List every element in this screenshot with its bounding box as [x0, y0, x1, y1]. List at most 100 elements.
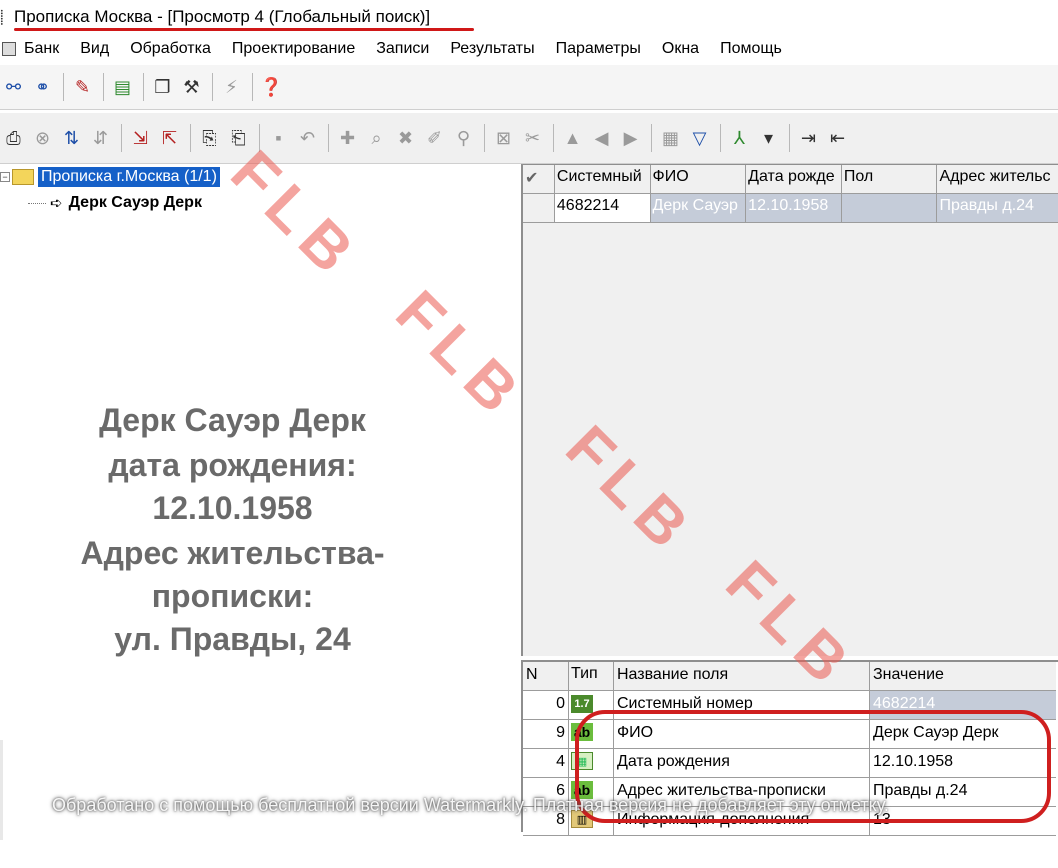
menu-design[interactable]: Проектирование: [232, 40, 355, 58]
table-cell[interactable]: Правды д.24: [937, 194, 1058, 223]
link-icon[interactable]: ⚲: [450, 123, 477, 153]
checkmark-icon: ✔: [525, 170, 539, 187]
title-underline-mark: [14, 28, 474, 31]
toolbar-separator: [103, 73, 104, 101]
menu-windows[interactable]: Окна: [662, 40, 699, 58]
tree-root-item[interactable]: − Прописка г.Москва (1/1): [0, 167, 220, 187]
row-selector[interactable]: [523, 194, 555, 223]
toolbar-separator: [63, 73, 64, 101]
arrow-left-icon[interactable]: ◀: [588, 123, 615, 153]
copy-icon[interactable]: ❐: [149, 72, 176, 102]
chart-edit-icon[interactable]: ✎: [69, 72, 96, 102]
select-all-cell[interactable]: ✔: [523, 165, 555, 194]
arrow-right-icon: ➪: [50, 195, 63, 212]
tree-root-label[interactable]: Прописка г.Москва (1/1): [38, 167, 220, 187]
tree-connector: [28, 202, 46, 204]
table-cell[interactable]: 4682214: [554, 194, 651, 223]
column-header[interactable]: N: [523, 662, 569, 691]
toolbar-separator: [553, 124, 554, 152]
toolbar-separator: [484, 124, 485, 152]
table-cell[interactable]: Дерк Сауэр: [650, 194, 747, 223]
tools-icon[interactable]: ⚒: [178, 72, 205, 102]
field-number: 9: [523, 720, 569, 749]
menu-bar: Банк Вид Обработка Проектирование Записи…: [0, 36, 1058, 62]
folder-icon: [12, 169, 34, 185]
toolbar-separator: [789, 124, 790, 152]
search-record-icon[interactable]: ⌕: [363, 123, 390, 153]
table-row[interactable]: 4682214 Дерк Сауэр 12.10.1958 Правды д.2…: [523, 194, 1058, 223]
document-icon[interactable]: [2, 42, 16, 56]
title-bar: ⸽ Прописка Москва - [Просмотр 4 (Глобаль…: [0, 0, 1058, 36]
help-icon[interactable]: ❓: [258, 72, 285, 102]
chevron-down-icon[interactable]: ▾: [755, 123, 782, 153]
cancel-icon[interactable]: ⊗: [29, 123, 56, 153]
annotation-line: прописки:: [151, 578, 314, 614]
number-type-icon: 1.7: [571, 695, 593, 713]
undo-icon[interactable]: ↶: [294, 123, 321, 153]
sort-az-icon[interactable]: ⇅: [58, 123, 85, 153]
hierarchy-icon[interactable]: ⅄: [726, 123, 753, 153]
collapse-icon[interactable]: −: [0, 172, 10, 182]
left-edge-strip: [0, 740, 3, 840]
toolbar-main: ⚯ ⚭ ✎ ▤ ❐ ⚒ ⚡ ❓: [0, 64, 1058, 110]
new-record-icon[interactable]: ✚: [334, 123, 361, 153]
export-icon[interactable]: ⇱: [156, 123, 183, 153]
move-right-icon[interactable]: ⇥: [795, 123, 822, 153]
annotation-line: ул. Правды, 24: [114, 621, 351, 657]
menu-parameters[interactable]: Параметры: [556, 40, 641, 58]
column-header[interactable]: Адрес жительс: [937, 165, 1058, 194]
binoculars-doc-icon[interactable]: ⚭: [29, 72, 56, 102]
window-title: Прописка Москва - [Просмотр 4 (Глобальны…: [14, 7, 431, 26]
arrow-right-icon[interactable]: ▶: [617, 123, 644, 153]
annotation-line: 12.10.1958: [152, 490, 313, 526]
column-header[interactable]: ФИО: [650, 165, 747, 194]
wand-icon[interactable]: ⚡: [218, 72, 245, 102]
menu-results[interactable]: Результаты: [450, 40, 534, 58]
toolbar-separator: [212, 73, 213, 101]
binoculars-icon[interactable]: ⚯: [0, 72, 27, 102]
column-header[interactable]: Пол: [841, 165, 938, 194]
table-cell[interactable]: 12.10.1958: [746, 194, 842, 223]
table-cell[interactable]: [841, 194, 938, 223]
column-header[interactable]: Дата рожде: [746, 165, 842, 194]
grid-header: ✔ Системный ФИО Дата рожде Пол Адрес жит…: [523, 165, 1058, 194]
annotation-line: Адрес жительства-: [80, 535, 385, 571]
column-header[interactable]: Значение: [870, 662, 1056, 691]
toolbar-records: ⎙ ⊗ ⇅ ⇵ ⇲ ⇱ ⎘ ⎗ ▪ ↶ ✚ ⌕ ✖ ✐ ⚲ ⊠ ✂ ▲ ◀ ▶ …: [0, 112, 1058, 164]
menu-view[interactable]: Вид: [80, 40, 109, 58]
toolbar-separator: [328, 124, 329, 152]
cross-out-icon[interactable]: ⊠: [490, 123, 517, 153]
print-preview-icon[interactable]: ⎗: [225, 123, 252, 153]
column-header[interactable]: Тип: [569, 662, 614, 691]
import-icon[interactable]: ⇲: [127, 123, 154, 153]
sort-filter-icon[interactable]: ⇵: [87, 123, 114, 153]
print-list-icon[interactable]: ⎘: [196, 123, 223, 153]
column-header[interactable]: Системный: [554, 165, 651, 194]
tree-child-label[interactable]: Дерк Сауэр Дерк: [69, 194, 202, 212]
watermark-note: Обработано с помощью бесплатной версии W…: [52, 795, 889, 815]
menu-help[interactable]: Помощь: [720, 40, 782, 58]
tree-child-item[interactable]: ➪ Дерк Сауэр Дерк: [28, 194, 202, 212]
delete-record-icon[interactable]: ✖: [392, 123, 419, 153]
arrow-up-icon[interactable]: ▲: [559, 123, 586, 153]
annotation-line: Дерк Сауэр Дерк: [99, 402, 366, 438]
filter-icon[interactable]: ▽: [686, 123, 713, 153]
print-icon[interactable]: ⎙: [0, 123, 27, 153]
toolbar-separator: [720, 124, 721, 152]
move-left-icon[interactable]: ⇤: [824, 123, 851, 153]
toolbar-separator: [190, 124, 191, 152]
menu-records[interactable]: Записи: [376, 40, 429, 58]
toolbar-separator: [121, 124, 122, 152]
annotation-line: дата рождения:: [108, 447, 357, 483]
field-number: 0: [523, 691, 569, 720]
form-icon[interactable]: ▦: [657, 123, 684, 153]
toolbar-separator: [651, 124, 652, 152]
toolbar-separator: [252, 73, 253, 101]
menu-processing[interactable]: Обработка: [130, 40, 211, 58]
menu-bank[interactable]: Банк: [24, 40, 59, 58]
toolbar-separator: [143, 73, 144, 101]
edit-record-icon[interactable]: ✐: [421, 123, 448, 153]
report-icon[interactable]: ▤: [109, 72, 136, 102]
field-number: 4: [523, 749, 569, 778]
scissors-icon[interactable]: ✂: [519, 123, 546, 153]
